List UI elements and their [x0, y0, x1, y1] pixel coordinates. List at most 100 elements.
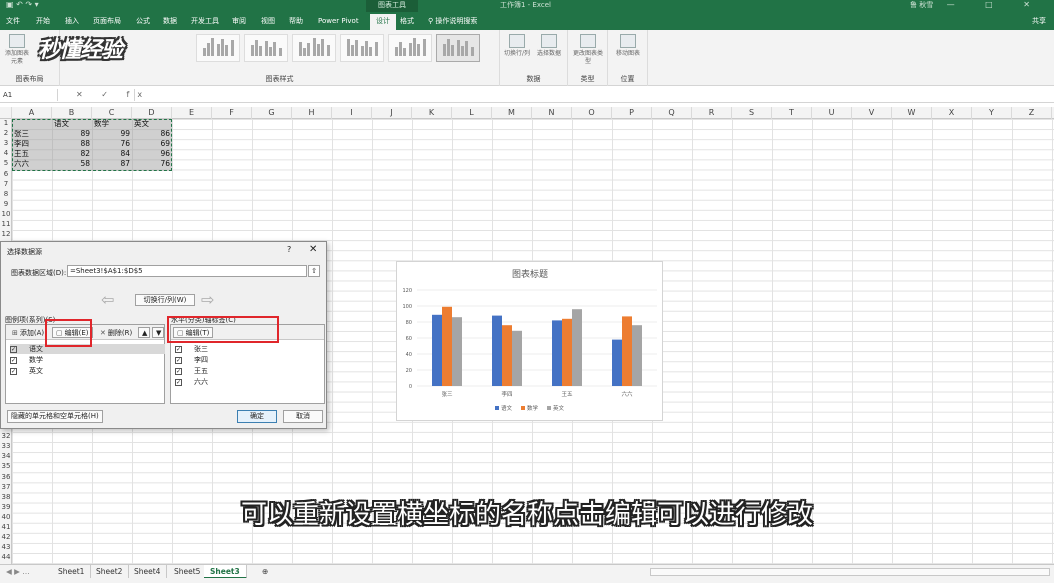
tab-2[interactable]: 插入 — [65, 15, 79, 27]
row-header[interactable]: 42 — [0, 533, 12, 541]
sheet-cell[interactable]: 88 — [54, 139, 90, 149]
column-header[interactable]: O — [572, 107, 612, 119]
tab-3[interactable]: 页面布局 — [93, 15, 121, 27]
row-header[interactable]: 7 — [0, 180, 12, 188]
tab-10[interactable]: Power Pivot — [318, 15, 359, 27]
column-header[interactable]: T — [772, 107, 812, 119]
column-header[interactable]: K — [412, 107, 452, 119]
select-all-corner[interactable] — [0, 107, 12, 119]
row-header[interactable]: 44 — [0, 553, 12, 561]
row-header[interactable]: 36 — [0, 473, 12, 481]
row-header[interactable]: 34 — [0, 452, 12, 460]
column-header[interactable]: H — [292, 107, 332, 119]
sheet-cell[interactable]: 58 — [54, 159, 90, 169]
column-header[interactable]: I — [332, 107, 372, 119]
column-header[interactable]: C — [92, 107, 132, 119]
tab-9[interactable]: 帮助 — [289, 15, 303, 27]
move-down-icon[interactable]: ▼ — [152, 327, 164, 338]
sheet-cell[interactable]: 96 — [134, 149, 170, 159]
column-header[interactable]: L — [452, 107, 492, 119]
chart-style-thumb[interactable] — [244, 34, 288, 62]
checkbox-icon[interactable]: ✓ — [10, 356, 17, 364]
column-header[interactable]: Z — [1012, 107, 1052, 119]
column-header[interactable]: E — [172, 107, 212, 119]
move-up-icon[interactable]: ▲ — [138, 327, 150, 338]
sheet-cell[interactable]: 87 — [94, 159, 130, 169]
add-series-button[interactable]: ⊞ 添加(A) — [8, 327, 48, 338]
tab-6[interactable]: 开发工具 — [191, 15, 219, 27]
chart-style-thumb[interactable] — [292, 34, 336, 62]
sheet-tab[interactable]: Sheet5 — [168, 565, 208, 579]
ok-button[interactable]: 确定 — [237, 410, 277, 423]
share-button[interactable]: 共享 — [1032, 16, 1046, 26]
sheet-cell[interactable]: 语文 — [54, 119, 69, 129]
checkbox-icon[interactable]: ✓ — [10, 367, 17, 375]
add-chart-element-button[interactable]: 添加图表元素 — [4, 34, 30, 66]
column-header[interactable]: S — [732, 107, 772, 119]
tab-11[interactable]: 设计 — [370, 14, 396, 30]
tab-1[interactable]: 开始 — [36, 15, 50, 27]
row-header[interactable]: 32 — [0, 432, 12, 440]
series-item[interactable]: ✓ 数学 — [10, 355, 165, 365]
column-header[interactable]: D — [132, 107, 172, 119]
chart-style-thumb[interactable] — [388, 34, 432, 62]
checkbox-icon[interactable]: ✓ — [175, 367, 182, 375]
formula-input[interactable] — [134, 89, 1052, 101]
tab-4[interactable]: 公式 — [136, 15, 150, 27]
change-chart-type-button[interactable]: 更改图表类型 — [572, 34, 604, 66]
help-icon[interactable]: ? — [287, 245, 291, 254]
user-name[interactable]: 鲁 秋雪 — [910, 0, 933, 10]
column-header[interactable]: G — [252, 107, 292, 119]
sheet-tab[interactable]: Sheet4 — [128, 565, 168, 579]
sheet-nav-icon[interactable]: ◀ ▶ … — [0, 565, 36, 579]
sheet-cell[interactable]: 76 — [134, 159, 170, 169]
tab-13[interactable]: ⚲ 操作说明搜索 — [428, 15, 477, 27]
row-header[interactable]: 5 — [0, 159, 12, 167]
sheet-cell[interactable]: 84 — [94, 149, 130, 159]
column-header[interactable]: Y — [972, 107, 1012, 119]
move-chart-button[interactable]: 移动图表 — [612, 34, 644, 58]
category-item[interactable]: ✓ 六六 — [175, 377, 320, 387]
sheet-cell[interactable]: 89 — [54, 129, 90, 139]
collapse-dialog-icon[interactable]: ⇧ — [308, 265, 320, 277]
row-header[interactable]: 6 — [0, 170, 12, 178]
tab-12[interactable]: 格式 — [400, 15, 414, 27]
row-header[interactable]: 37 — [0, 483, 12, 491]
tab-8[interactable]: 视图 — [261, 15, 275, 27]
switch-row-col-dialog-button[interactable]: 切换行/列(W) — [135, 294, 195, 306]
column-header[interactable]: X — [932, 107, 972, 119]
row-header[interactable]: 10 — [0, 210, 12, 218]
column-header[interactable]: F — [212, 107, 252, 119]
column-header[interactable]: M — [492, 107, 532, 119]
sheet-cell[interactable]: 王五 — [14, 149, 29, 159]
quick-access-toolbar[interactable]: ▣ ↶ ↷ ▾ — [6, 0, 39, 9]
row-header[interactable]: 2 — [0, 129, 12, 137]
sheet-cell[interactable]: 99 — [94, 129, 130, 139]
row-header[interactable]: 4 — [0, 149, 12, 157]
chart-style-thumb[interactable] — [436, 34, 480, 62]
row-header[interactable]: 1 — [0, 119, 12, 127]
column-header[interactable]: V — [852, 107, 892, 119]
sheet-cell[interactable]: 数学 — [94, 119, 109, 129]
row-header[interactable]: 8 — [0, 190, 12, 198]
row-header[interactable]: 11 — [0, 220, 12, 228]
sheet-cell[interactable]: 六六 — [14, 159, 29, 169]
name-box[interactable]: A1 — [0, 89, 58, 101]
column-header[interactable]: A — [12, 107, 52, 119]
column-header[interactable]: Q — [652, 107, 692, 119]
checkbox-icon[interactable]: ✓ — [175, 356, 182, 364]
column-header[interactable]: W — [892, 107, 932, 119]
sheet-cell[interactable]: 86 — [134, 129, 170, 139]
sheet-cell[interactable]: 82 — [54, 149, 90, 159]
window-controls[interactable]: — □ ✕ — [947, 0, 1044, 10]
column-header[interactable]: N — [532, 107, 572, 119]
sheet-tab[interactable]: Sheet3 — [204, 565, 247, 579]
tab-0[interactable]: 文件 — [6, 15, 20, 27]
add-sheet-icon[interactable]: ⊕ — [256, 565, 274, 579]
category-item[interactable]: ✓ 张三 — [175, 344, 320, 354]
sheet-cell[interactable]: 69 — [134, 139, 170, 149]
close-icon[interactable]: ✕ — [309, 244, 317, 255]
row-header[interactable]: 12 — [0, 230, 12, 238]
delete-series-button[interactable]: ✕ 删除(R) — [96, 327, 136, 338]
sheet-cell[interactable]: 张三 — [14, 129, 29, 139]
